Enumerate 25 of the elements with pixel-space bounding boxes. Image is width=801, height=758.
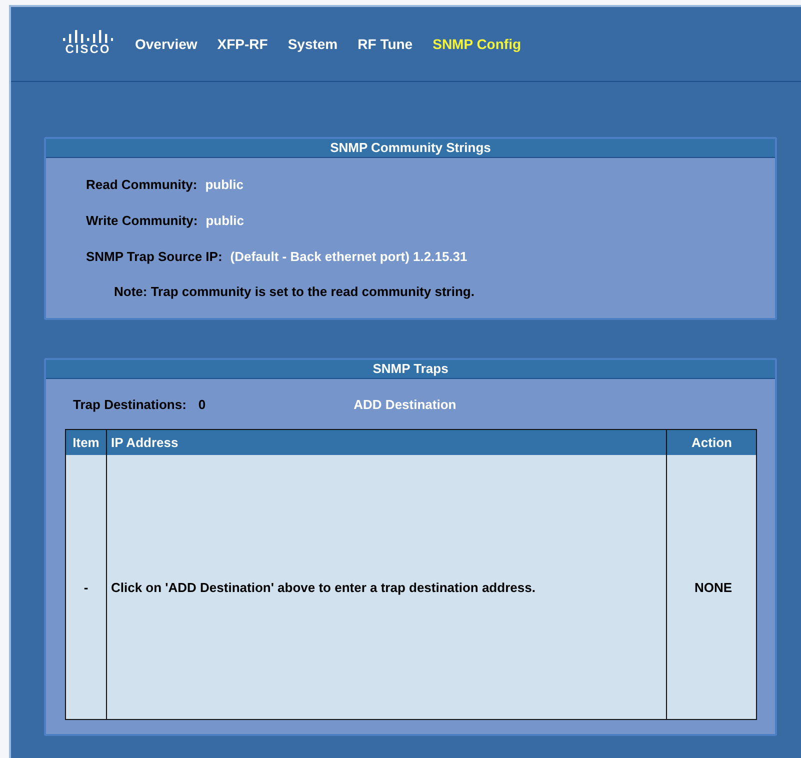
nav-link[interactable]: SNMP Config — [432, 36, 522, 52]
logo-text: CISCO — [65, 42, 111, 56]
table-cell: NONE — [666, 455, 756, 720]
nav-link[interactable]: Overview — [135, 36, 198, 52]
field-value: public — [205, 176, 244, 192]
table-cell: - — [66, 455, 106, 720]
field-label: Trap Destinations: — [73, 396, 186, 412]
column-header: Item — [66, 430, 106, 455]
field-value: public — [206, 212, 244, 228]
field-label: Write Community: — [86, 212, 198, 228]
cisco-bars-icon — [63, 28, 113, 42]
note-text: Note: Trap community is set to the read community string. — [113, 283, 476, 301]
field-label: Read Community: — [86, 176, 198, 192]
field-value: (Default - Back ethernet port) 1.2.15.31 — [230, 248, 468, 264]
column-header: Action — [666, 430, 756, 455]
add-destination-link[interactable]: ADD Destination — [354, 396, 456, 412]
nav-link[interactable]: XFP-RF — [217, 36, 268, 52]
field-value: 0 — [198, 396, 206, 412]
table-cell: Click on 'ADD Destination' above to enter a trap destination address. — [106, 455, 667, 720]
panel-title: SNMP Community Strings — [46, 139, 775, 158]
panel-title: SNMP Traps — [46, 360, 775, 379]
field-label: SNMP Trap Source IP: — [86, 248, 222, 264]
column-header: IP Address — [106, 430, 667, 455]
nav-link[interactable]: System — [288, 36, 338, 52]
nav-link[interactable]: RF Tune — [358, 36, 413, 52]
